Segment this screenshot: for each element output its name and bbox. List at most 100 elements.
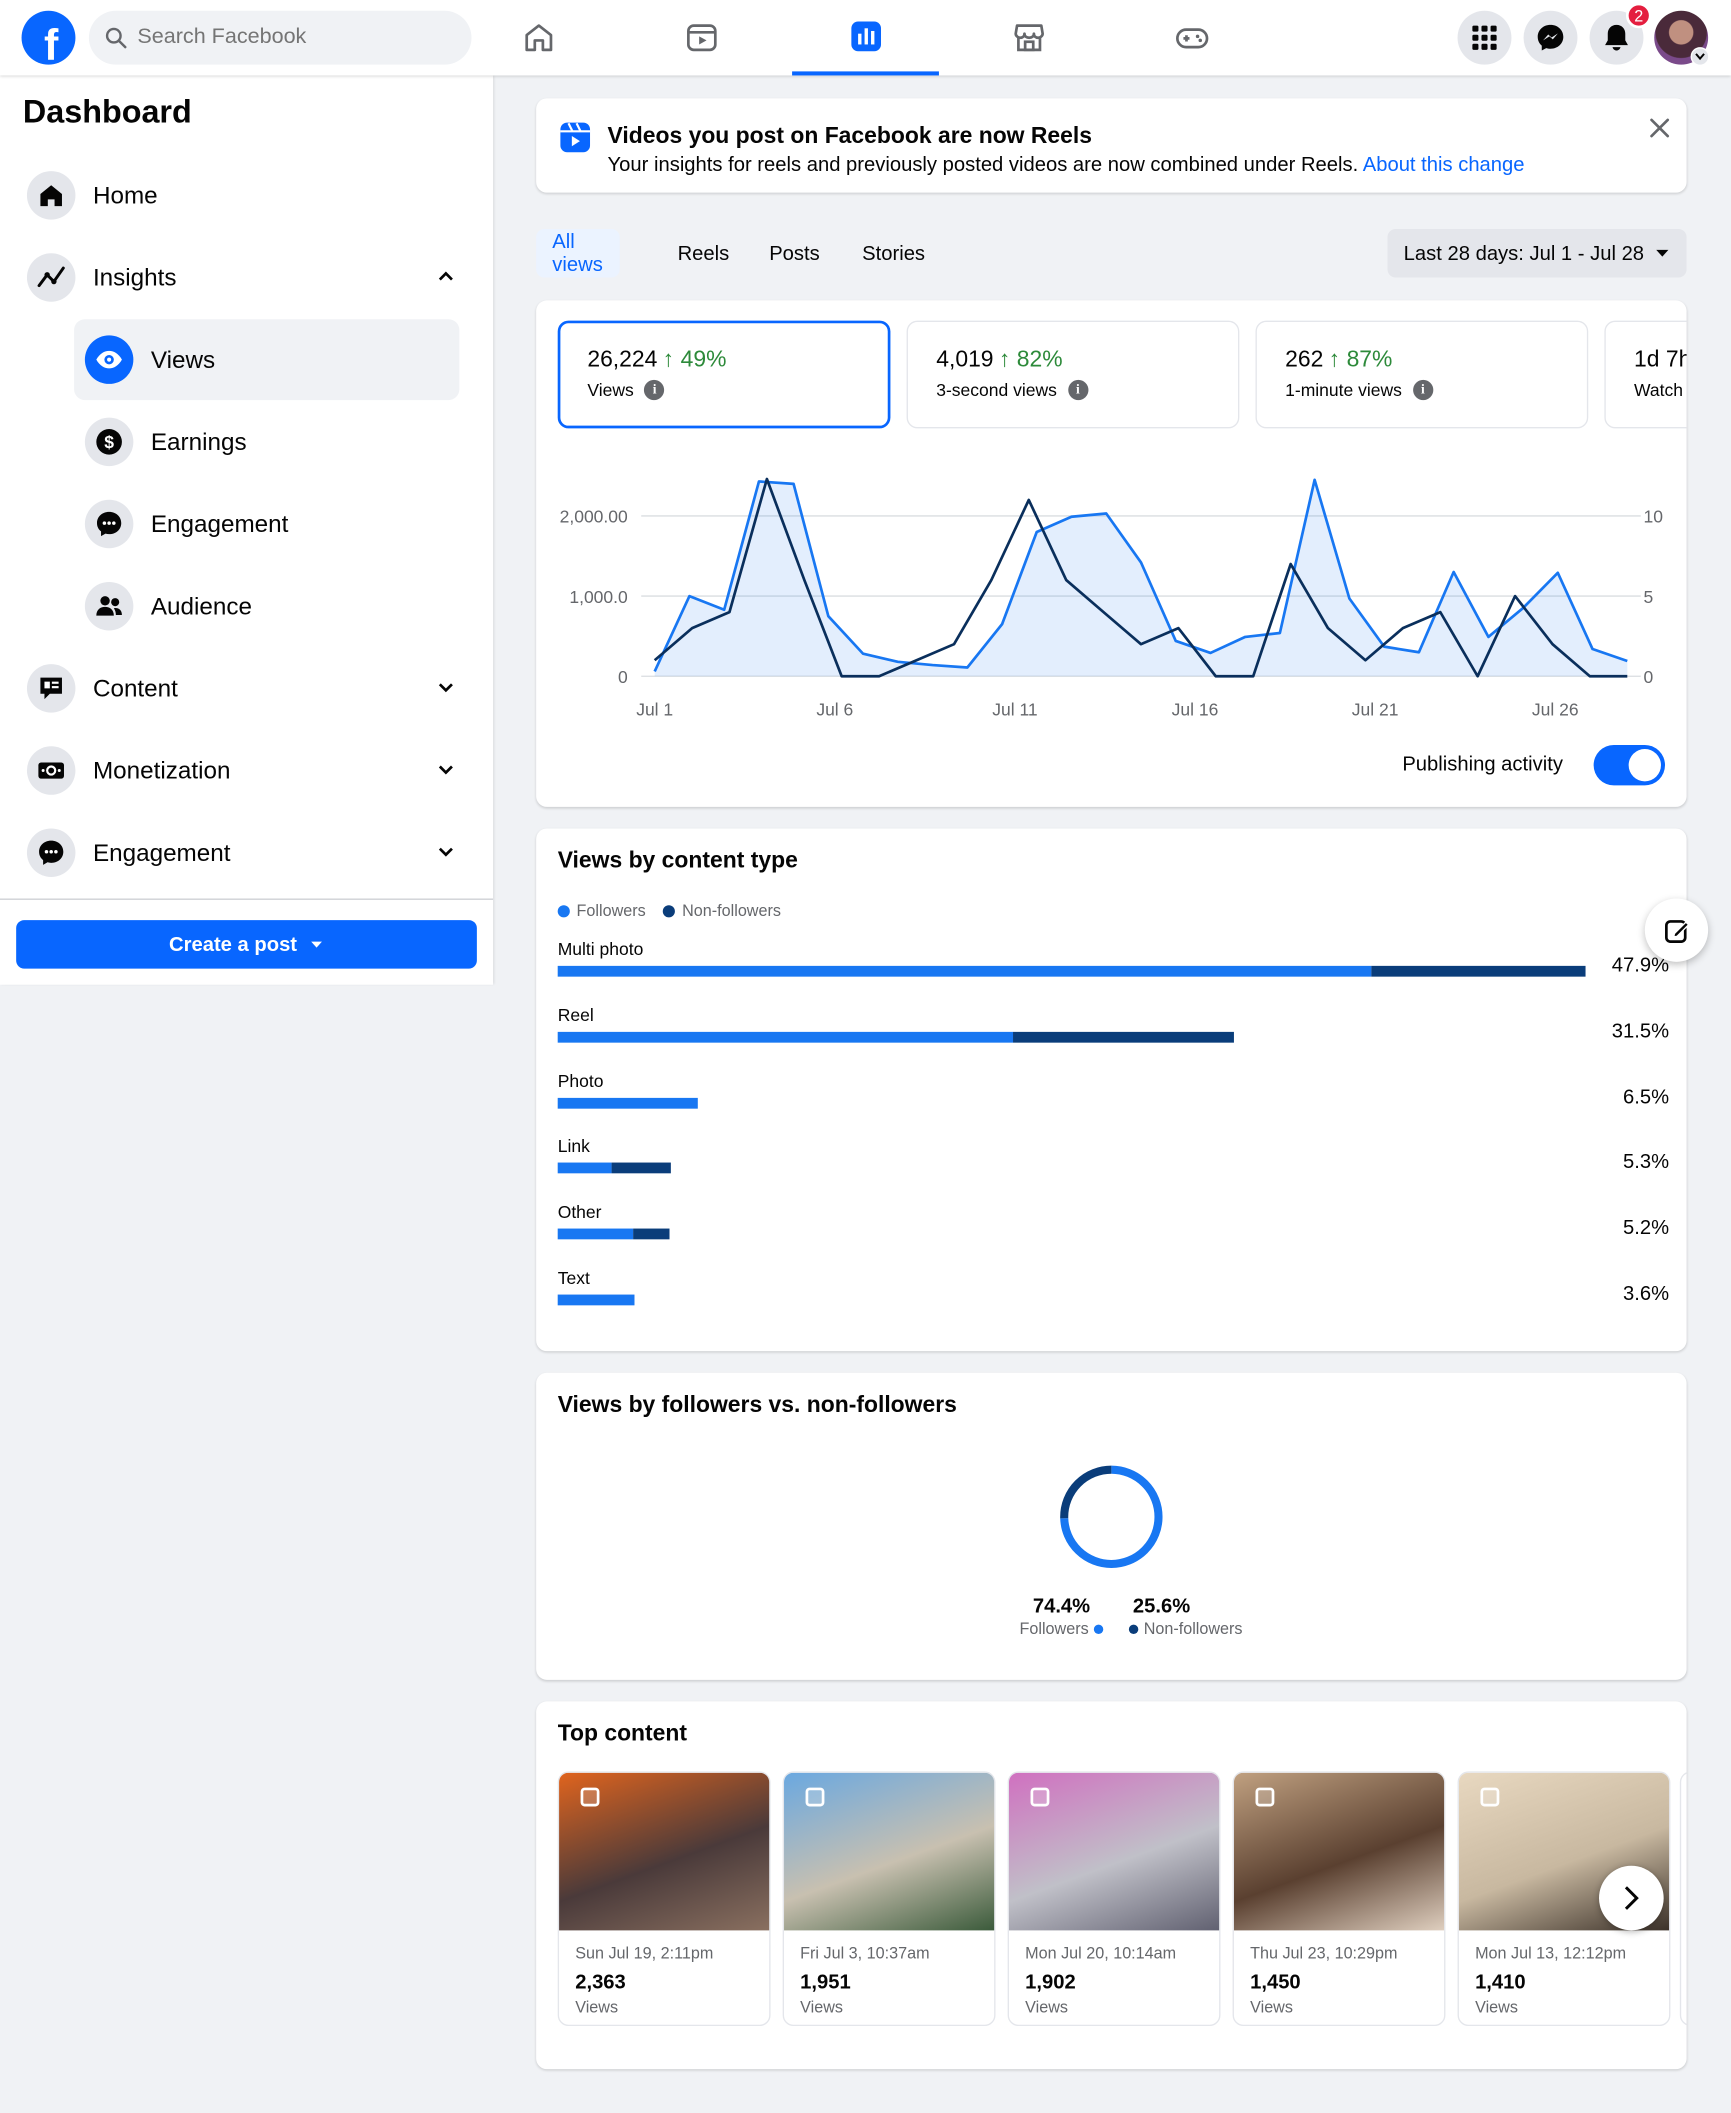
publishing-activity-toggle[interactable] [1593,744,1666,786]
bar-row: Photo 6.5% [557,1070,1670,1136]
next-button[interactable] [1599,1865,1664,1931]
metric-card-3-second-views[interactable]: 4,019 ↑ 82% 3-second views i [906,320,1240,429]
metric-change: 87% [1346,346,1393,372]
search-input[interactable] [137,25,434,50]
followers-vs-non-followers-card: Views by followers vs. non-followers 74.… [536,1372,1687,1680]
banner-text: Your insights for reels and previously p… [608,154,1525,177]
top-content-card: Top content Sun Jul 19, 2:11pm 2,363 Views… [536,1701,1687,2070]
post-date: Mon Jul 13, 12:12pm [1475,1943,1627,1963]
up-arrow-icon: ↑ [998,346,1011,372]
y-tick-label-left: 2,000.00 [560,507,628,527]
top-content-item[interactable]: Mon Jul 20, 10:14am 1,902 Views [1007,1771,1221,2027]
bar-value-label: 6.5% [1622,1085,1670,1109]
followers-donut-chart [1060,1465,1163,1569]
info-icon[interactable]: i [1412,379,1433,401]
nav-tab-dashboard[interactable] [792,0,939,76]
y-tick-label-right: 0 [1643,667,1653,687]
sidebar-item-label: Monetization [92,756,231,784]
metric-value: 262 [1285,346,1324,372]
y-tick-label-right: 5 [1643,587,1653,607]
nav-tab-gaming[interactable] [1118,0,1265,75]
sidebar-item-label: Engagement [150,509,289,537]
tab-reels[interactable]: Reels [661,229,745,277]
metric-card-1-minute-views[interactable]: 262 ↑ 87% 1-minute views i [1255,320,1589,429]
sidebar-item-label: Earnings [150,427,247,455]
nav-tab-home[interactable] [465,0,612,75]
reels-icon [560,122,591,153]
publishing-activity-label: Publishing activity [1402,753,1563,776]
post-thumbnail [559,1772,770,1931]
chevron-right-icon [1624,1886,1639,1910]
sidebar-item-content[interactable]: Content [16,651,477,726]
sidebar-subitem-audience[interactable]: Audience [74,566,459,647]
notification-count-badge: 2 [1625,2,1652,29]
post-views-count: 2,363 [575,1970,626,1994]
chart-legend: Followers Non-followers [557,901,781,920]
create-post-label: Create a post [169,932,298,956]
nav-tab-video[interactable] [628,0,775,75]
home-icon [26,171,76,220]
top-navigation-bar: f 2 [0,0,1731,76]
create-post-button[interactable]: Create a post [16,920,477,969]
tab-stories[interactable]: Stories [846,229,941,277]
bar-row: Reel 31.5% [557,1005,1669,1071]
facebook-logo[interactable]: f [21,10,76,65]
messenger-button[interactable] [1523,10,1578,65]
nav-tab-marketplace[interactable] [955,0,1102,75]
sidebar-subitem-views[interactable]: Views [74,319,460,401]
top-content-item[interactable]: Fri Jul 3, 10:37am 1,951 Views [782,1771,996,2027]
notifications-button[interactable]: 2 [1589,2,1652,65]
sidebar-subitem-earnings[interactable]: $ Earnings [74,401,459,482]
sidebar-item-insights[interactable]: Insights [16,240,477,315]
post-views-count: 1,902 [1025,1970,1076,1994]
sidebar-item-label: Audience [150,592,252,619]
chevron-up-icon [438,271,453,281]
search-icon [105,27,127,49]
sidebar-item-label: Home [92,181,158,209]
info-icon[interactable]: i [1067,379,1088,401]
metric-card-views[interactable]: 26,224 ↑ 49% Views i [557,320,891,429]
sidebar-item-engagement[interactable]: Engagement [16,815,477,890]
tab-posts[interactable]: Posts [753,229,836,277]
top-content-item[interactable]: Thu Jul 23, 10:29pm 1,450 Views [1232,1771,1446,2027]
content-card-partial[interactable] [1679,1771,1687,2027]
top-content-item[interactable]: Sun Jul 19, 2:11pm 2,363 Views [557,1771,771,2027]
about-this-change-link[interactable]: About this change [1363,154,1525,177]
sidebar-item-monetization[interactable]: Monetization [16,733,477,808]
sidebar-item-home[interactable]: Home [16,158,477,233]
legend-swatch [1094,1623,1104,1634]
tab-all-views[interactable]: All views [536,229,620,278]
bell-icon [1605,24,1628,51]
money-icon [26,746,76,795]
followers-stat: 74.4% Followers [1001,1595,1122,1638]
bar-segment-non-followers [1012,1031,1234,1043]
people-icon [84,581,134,631]
close-icon[interactable] [1649,117,1671,139]
marketplace-icon [1013,24,1044,52]
bar-segment-followers [557,1031,1013,1043]
metric-value: 4,019 [936,346,994,372]
banner-body: Your insights for reels and previously p… [607,153,1363,177]
chevron-down-icon [438,765,453,775]
bar-segment-non-followers [632,1228,670,1240]
account-menu-button[interactable] [1690,47,1710,67]
followers-label: Followers [1019,1619,1089,1639]
metric-card-watch-time[interactable]: 1d 7h Watch [1604,320,1687,429]
edit-button[interactable] [1644,898,1709,962]
info-icon[interactable]: i [644,379,665,401]
bar-row: Text 3.6% [557,1268,1670,1334]
bar [557,1031,1234,1043]
date-range-dropdown[interactable]: Last 28 days: Jul 1 - Jul 28 [1387,229,1687,278]
bar [557,965,1586,977]
non-followers-label: Non-followers [1143,1619,1243,1639]
sidebar-subitem-engagement[interactable]: Engagement [74,484,459,565]
bar-segment-followers [557,1294,635,1306]
views-by-content-type-card: Views by content type Followers Non-foll… [536,828,1687,1352]
bar-value-label: 3.6% [1622,1282,1670,1306]
search-box[interactable] [88,10,472,65]
post-thumbnail [1233,1772,1445,1931]
menu-button[interactable] [1457,10,1512,65]
x-tick-label: Jul 11 [992,699,1037,719]
bar-category-label: Photo [557,1070,604,1091]
metric-change: 49% [680,346,727,372]
